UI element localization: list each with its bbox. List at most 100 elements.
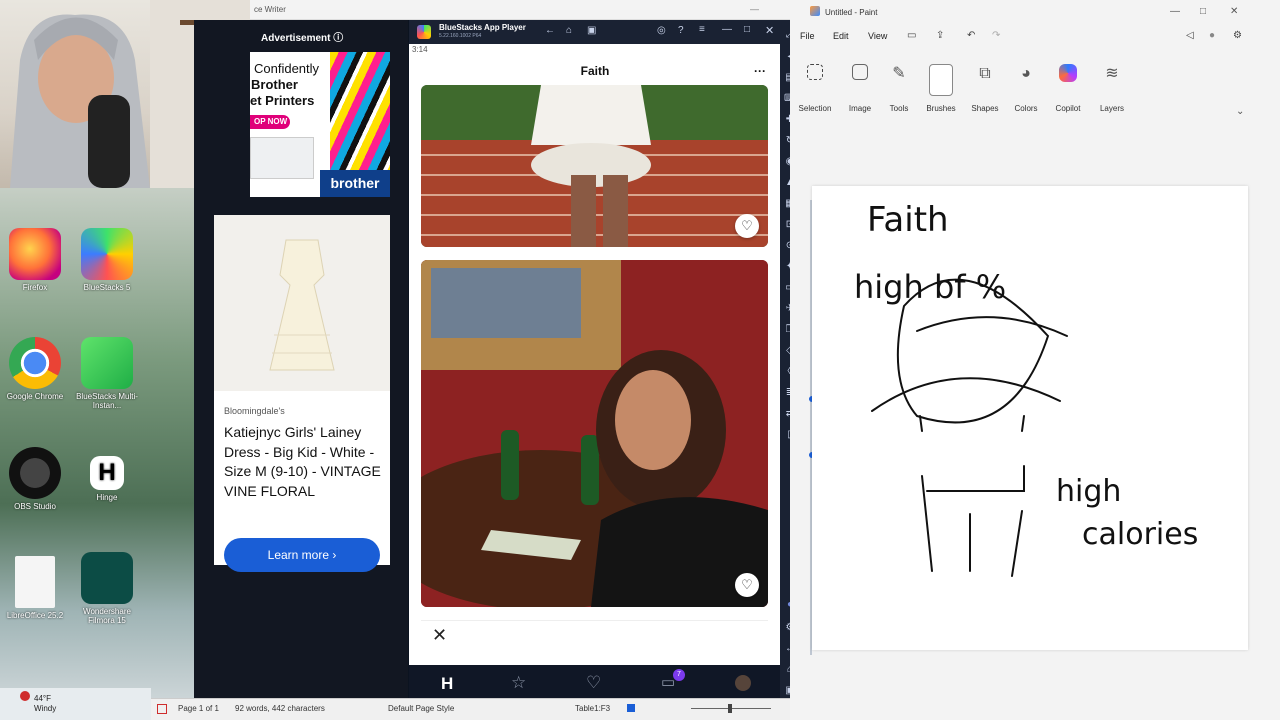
zoom-thumb[interactable]: [728, 704, 732, 713]
table-cell: Table1:F3: [575, 704, 611, 713]
libreoffice-shortcut[interactable]: LibreOffice 25.2: [0, 556, 70, 620]
filmora-shortcut[interactable]: Wondershare Filmora 15: [72, 552, 142, 625]
view-single-icon[interactable]: [627, 704, 635, 712]
weather-condition[interactable]: Windy: [34, 704, 56, 713]
bluestacks-icon: [81, 228, 133, 280]
dismiss-button[interactable]: ✕: [432, 625, 447, 646]
store-name: Bloomingdale's: [224, 406, 285, 416]
save-icon[interactable]: ▭: [907, 30, 916, 41]
brother-ad[interactable]: Confidently Brother et Printers OP NOW b…: [250, 52, 390, 197]
minimize-icon[interactable]: —: [722, 24, 732, 35]
weather-icon: [20, 691, 30, 701]
palette-icon: ◕: [1021, 65, 1031, 82]
writer-title: ce Writer: [254, 5, 286, 14]
like-photo-1-button[interactable]: ♡: [735, 214, 759, 238]
redo-icon[interactable]: ↷: [992, 30, 1000, 41]
more-options-button[interactable]: ···: [754, 64, 766, 78]
obs-icon: [9, 447, 61, 499]
obs-shortcut[interactable]: OBS Studio: [0, 447, 70, 511]
account-icon[interactable]: ◎: [657, 25, 666, 36]
home-icon[interactable]: ⌂: [566, 25, 572, 36]
close-icon[interactable]: ✕: [765, 24, 774, 37]
minimize-icon[interactable]: —: [750, 4, 759, 14]
shapes-tool[interactable]: ⧉ Shapes: [964, 64, 1006, 113]
document-icon: [15, 556, 55, 608]
canvas-line2b-text: calories: [1082, 517, 1198, 552]
menu-file[interactable]: File: [800, 31, 815, 41]
copilot-tool[interactable]: Copilot: [1047, 64, 1089, 113]
ad-header: Advertisement ⓘ: [261, 33, 344, 44]
back-icon[interactable]: ←: [545, 25, 555, 36]
app-title: BlueStacks App Player: [439, 23, 526, 32]
minimize-icon[interactable]: —: [1170, 6, 1180, 17]
bluestacks-multi-shortcut[interactable]: BlueStacks Multi-Instan...: [72, 337, 142, 410]
bluestacks-shortcut[interactable]: BlueStacks 5: [72, 228, 142, 292]
menu-edit[interactable]: Edit: [833, 31, 849, 41]
tab-standouts-icon[interactable]: ☆: [511, 673, 526, 693]
learn-more-button[interactable]: Learn more ›: [224, 538, 380, 572]
maximize-icon[interactable]: □: [744, 24, 750, 35]
firefox-icon: [9, 228, 61, 280]
ad-sidebar: Advertisement ⓘ Confidently Brother et P…: [194, 20, 408, 720]
brother-logo: brother: [320, 170, 390, 197]
prompt-card: ✕: [421, 620, 768, 664]
hinge-icon: H: [90, 456, 124, 490]
announce-icon[interactable]: ◁: [1186, 30, 1194, 41]
canvas-line1-text: high bf %: [854, 268, 1006, 306]
ad-line: Confidently: [254, 61, 320, 76]
colors-tool[interactable]: ◕ Colors: [1005, 64, 1047, 113]
page-icon: [157, 704, 167, 714]
canvas-drawing: Faith high bf % high calories: [854, 200, 1198, 577]
layers-tool[interactable]: ≋ Layers: [1091, 64, 1133, 113]
bluestacks-title-bar: BlueStacks App Player 5.22.160.1002 P64 …: [409, 20, 781, 44]
page-status[interactable]: Page 1 of 1: [178, 704, 219, 713]
settings-icon[interactable]: ⚙: [1233, 30, 1242, 41]
menu-view[interactable]: View: [868, 31, 887, 41]
bluestacks-logo-icon: [417, 25, 431, 39]
shop-now-button[interactable]: OP NOW: [250, 115, 290, 129]
filmora-icon: [81, 552, 133, 604]
selection-icon: [807, 64, 823, 80]
image-tool[interactable]: Image: [839, 64, 881, 113]
pencil-icon: ✎: [892, 65, 906, 82]
menu-icon[interactable]: ≡: [699, 24, 705, 35]
firefox-shortcut[interactable]: Firefox: [0, 228, 70, 292]
canvas-name-text: Faith: [867, 200, 949, 240]
ad-line: Brother: [251, 77, 298, 92]
writer-status-bar: Page 1 of 1 92 words, 442 characters Def…: [151, 698, 790, 720]
product-title: Katiejnyc Girls' Lainey Dress - Big Kid …: [224, 424, 381, 499]
copilot-icon: [1059, 64, 1077, 82]
chevron-down-icon[interactable]: ⌄: [1236, 106, 1244, 117]
tab-profile-avatar[interactable]: [735, 675, 751, 691]
chrome-shortcut[interactable]: Google Chrome: [0, 337, 70, 401]
status-time: 3:14: [412, 45, 428, 54]
page-style[interactable]: Default Page Style: [388, 704, 454, 713]
bluestacks-window: BlueStacks App Player 5.22.160.1002 P64 …: [408, 20, 781, 720]
tools-tool[interactable]: ✎ Tools: [878, 64, 920, 113]
account-icon[interactable]: ●: [1209, 30, 1215, 41]
canvas-line2a-text: high: [1056, 474, 1121, 509]
word-count[interactable]: 92 words, 442 characters: [235, 704, 325, 713]
maximize-icon[interactable]: □: [1200, 6, 1206, 17]
share-icon[interactable]: ⇪: [936, 30, 944, 41]
selection-tool[interactable]: Selection: [794, 64, 836, 113]
undo-icon[interactable]: ↶: [967, 30, 975, 41]
paint-title: Untitled - Paint: [825, 8, 878, 17]
tab-likes-icon[interactable]: ♡: [586, 673, 601, 693]
help-icon[interactable]: ?: [678, 25, 684, 36]
matches-badge: 7: [673, 669, 685, 681]
paint-canvas[interactable]: Faith high bf % high calories: [812, 186, 1248, 650]
product-ad[interactable]: Bloomingdale's Katiejnyc Girls' Lainey D…: [214, 215, 390, 572]
chrome-icon: [9, 337, 61, 389]
recents-icon[interactable]: ▣: [587, 25, 596, 36]
weather-temp[interactable]: 44°F: [34, 694, 51, 703]
brushes-tool[interactable]: Brushes: [920, 64, 962, 113]
brush-icon: [929, 64, 953, 96]
layers-icon: ≋: [1105, 65, 1119, 82]
like-photo-2-button[interactable]: ♡: [735, 573, 759, 597]
hinge-shortcut[interactable]: H Hinge: [72, 456, 142, 502]
app-version: 5.22.160.1002 P64: [439, 33, 482, 39]
writer-title-bar: ce Writer —: [250, 0, 790, 20]
close-icon[interactable]: ✕: [1230, 6, 1238, 17]
tab-discover-icon[interactable]: H: [441, 674, 453, 694]
